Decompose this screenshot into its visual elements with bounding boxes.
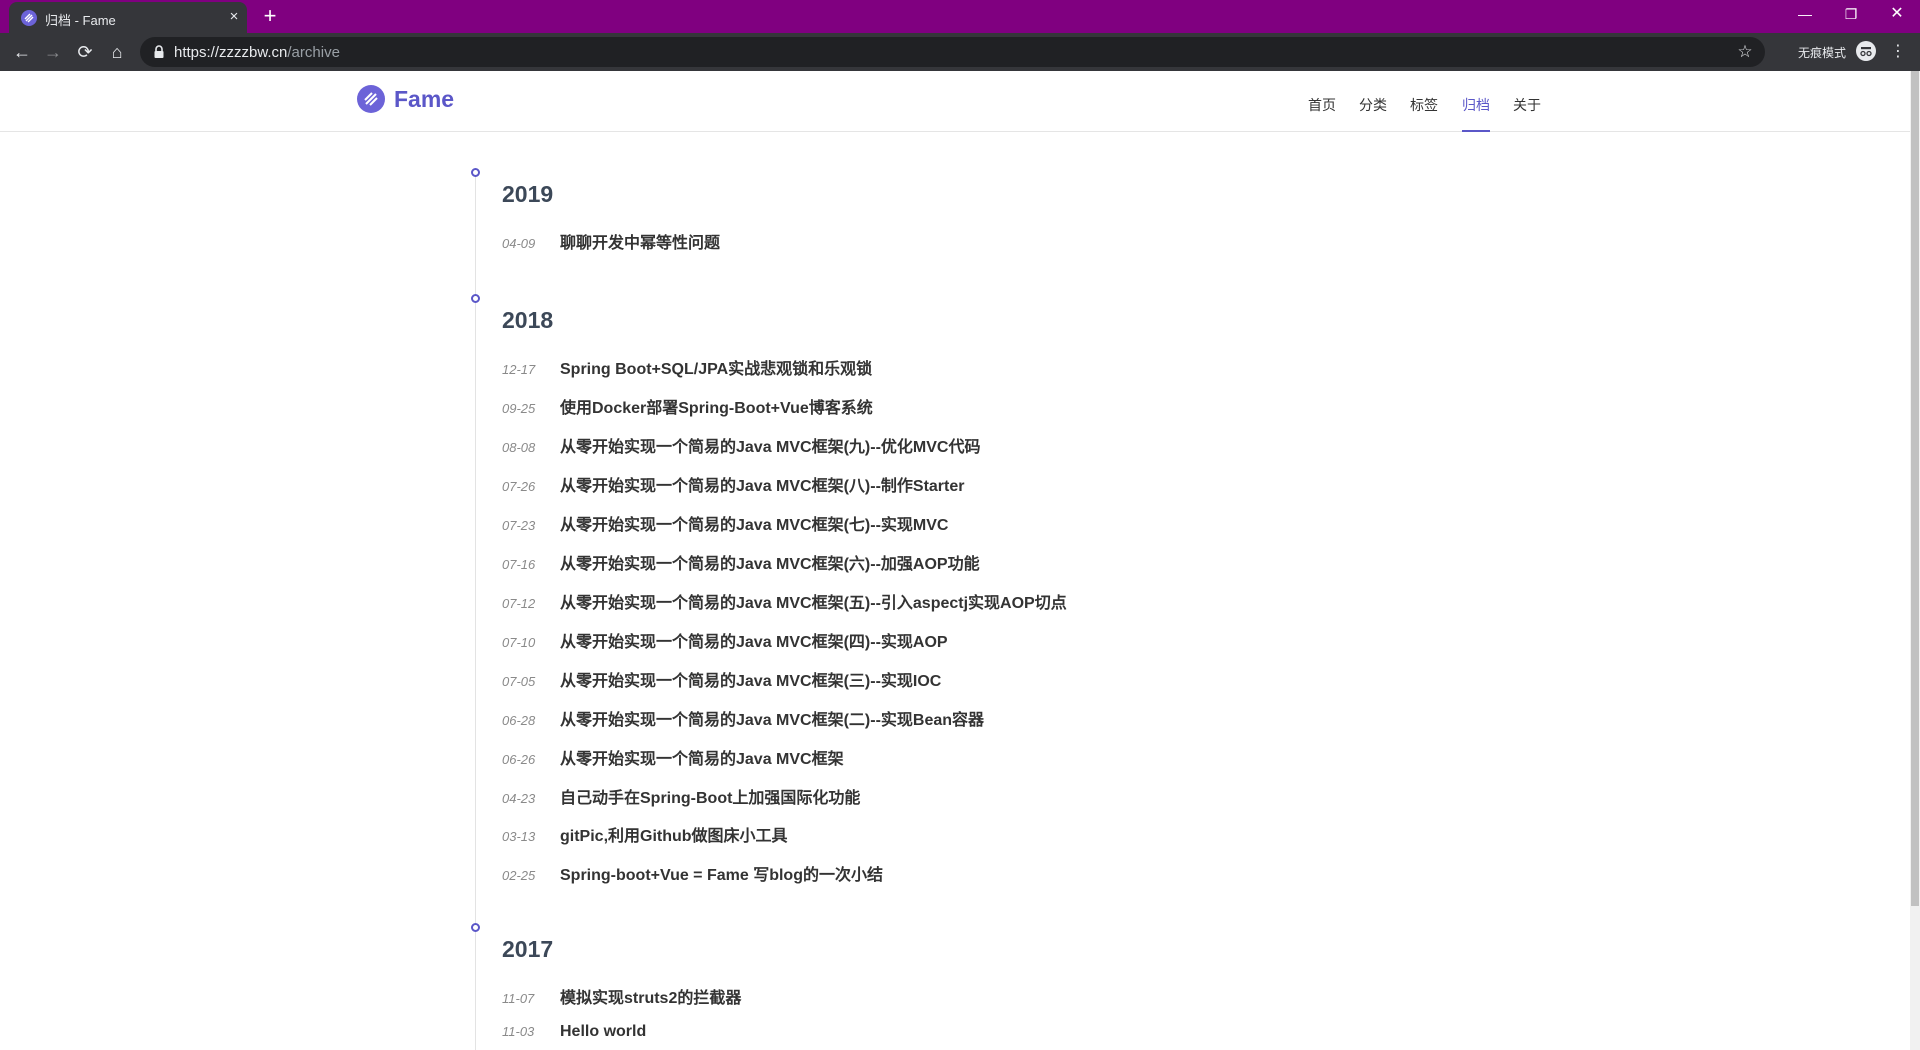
bookmark-star-icon[interactable]: ☆ <box>1734 41 1756 63</box>
archive-post[interactable]: 07-16 从零开始实现一个简易的Java MVC框架(六)--加强AOP功能 <box>502 550 980 574</box>
address-bar[interactable]: https://zzzzbw.cn/archive ☆ <box>140 37 1765 67</box>
site-header: Fame 首页 分类 标签 归档 关于 <box>0 71 1910 132</box>
post-title-link[interactable]: 从零开始实现一个简易的Java MVC框架(七)--实现MVC <box>560 517 948 534</box>
browser-toolbar: ← → ⟳ ⌂ https://zzzzbw.cn/archive ☆ 无痕模式… <box>0 33 1920 71</box>
incognito-label[interactable]: 无痕模式 <box>1798 44 1846 61</box>
post-title-link[interactable]: 从零开始实现一个简易的Java MVC框架 <box>560 751 844 768</box>
nav-tags[interactable]: 标签 <box>1410 95 1438 132</box>
brand-name: Fame <box>394 85 455 112</box>
nav-categories[interactable]: 分类 <box>1359 95 1387 132</box>
post-title-link[interactable]: gitPic,利用Github做图床小工具 <box>560 828 788 845</box>
post-title-link[interactable]: 从零开始实现一个简易的Java MVC框架(八)--制作Starter <box>560 478 965 495</box>
brand-link[interactable]: Fame <box>357 85 454 113</box>
post-date: 11-03 <box>502 1024 535 1039</box>
timeline-line <box>475 176 476 1050</box>
url-path: /archive <box>287 44 340 61</box>
post-title-link[interactable]: 从零开始实现一个简易的Java MVC框架(六)--加强AOP功能 <box>560 556 980 573</box>
year-heading: 2017 <box>502 936 554 962</box>
post-date: 12-17 <box>502 362 536 377</box>
post-date: 07-12 <box>502 596 536 611</box>
home-icon[interactable]: ⌂ <box>104 40 130 64</box>
post-date: 04-09 <box>502 236 536 251</box>
post-date: 09-25 <box>502 401 536 416</box>
archive-post[interactable]: 07-26 从零开始实现一个简易的Java MVC框架(八)--制作Starter <box>502 472 965 496</box>
url-host: https://zzzzbw.cn <box>174 44 288 61</box>
year-heading: 2018 <box>502 307 554 333</box>
archive-post[interactable]: 09-25 使用Docker部署Spring-Boot+Vue博客系统 <box>502 394 873 418</box>
fame-logo-icon <box>357 85 385 113</box>
post-date: 06-26 <box>502 752 536 767</box>
archive-post[interactable]: 07-05 从零开始实现一个简易的Java MVC框架(三)--实现IOC <box>502 667 941 691</box>
window-close-button[interactable]: ✕ <box>1874 0 1920 30</box>
post-date: 07-26 <box>502 479 536 494</box>
post-title-link[interactable]: 聊聊开发中幂等性问题 <box>560 235 720 252</box>
timeline-dot <box>471 294 480 303</box>
post-date: 08-08 <box>502 440 536 455</box>
scrollbar-thumb[interactable] <box>1911 71 1919 906</box>
post-title-link[interactable]: Spring-boot+Vue = Fame 写blog的一次小结 <box>560 867 883 884</box>
page-viewport: Fame 首页 分类 标签 归档 关于 2019 04-09 聊聊开发中幂等性问题… <box>0 71 1920 1050</box>
post-title-link[interactable]: 自己动手在Spring-Boot上加强国际化功能 <box>560 790 860 807</box>
lock-icon[interactable] <box>153 45 165 59</box>
archive-post[interactable]: 04-23 自己动手在Spring-Boot上加强国际化功能 <box>502 784 860 808</box>
archive-post[interactable]: 08-08 从零开始实现一个简易的Java MVC框架(九)--优化MVC代码 <box>502 433 980 457</box>
archive-post[interactable]: 12-17 Spring Boot+SQL/JPA实战悲观锁和乐观锁 <box>502 355 872 379</box>
archive-post[interactable]: 07-12 从零开始实现一个简易的Java MVC框架(五)--引入aspectj… <box>502 589 1067 613</box>
window-minimize-button[interactable]: — <box>1782 0 1828 30</box>
site-favicon-icon <box>21 10 37 26</box>
window-restore-button[interactable]: ❐ <box>1828 0 1874 30</box>
post-date: 07-05 <box>502 674 536 689</box>
post-date: 06-28 <box>502 713 536 728</box>
tab-close-icon[interactable]: × <box>225 8 243 26</box>
back-arrow-icon[interactable]: ← <box>9 40 35 64</box>
archive-post[interactable]: 11-07 模拟实现struts2的拦截器 <box>502 984 741 1008</box>
archive-post[interactable]: 06-28 从零开始实现一个简易的Java MVC框架(二)--实现Bean容器 <box>502 706 984 730</box>
tab-title: 归档 - Fame <box>45 13 116 28</box>
post-date: 03-13 <box>502 829 536 844</box>
archive-post[interactable]: 07-23 从零开始实现一个简易的Java MVC框架(七)--实现MVC <box>502 511 948 535</box>
post-title-link[interactable]: 从零开始实现一个简易的Java MVC框架(三)--实现IOC <box>560 673 941 690</box>
post-title-link[interactable]: 从零开始实现一个简易的Java MVC框架(二)--实现Bean容器 <box>560 712 984 729</box>
archive-post[interactable]: 04-09 聊聊开发中幂等性问题 <box>502 229 720 253</box>
nav-about[interactable]: 关于 <box>1513 95 1541 132</box>
incognito-icon[interactable] <box>1856 41 1876 61</box>
nav-archive[interactable]: 归档 <box>1462 95 1490 132</box>
new-tab-button[interactable]: + <box>258 5 282 29</box>
post-title-link[interactable]: 模拟实现struts2的拦截器 <box>560 990 741 1007</box>
post-title-link[interactable]: Spring Boot+SQL/JPA实战悲观锁和乐观锁 <box>560 361 872 378</box>
url-text: https://zzzzbw.cn/archive <box>174 44 340 61</box>
post-date: 07-23 <box>502 518 536 533</box>
archive-post[interactable]: 06-26 从零开始实现一个简易的Java MVC框架 <box>502 745 844 769</box>
browser-menu-icon[interactable]: ⋮ <box>1888 41 1908 63</box>
archive-post[interactable]: 07-10 从零开始实现一个简易的Java MVC框架(四)--实现AOP <box>502 628 948 652</box>
page-scrollbar[interactable] <box>1910 71 1920 1050</box>
archive-post[interactable]: 03-13 gitPic,利用Github做图床小工具 <box>502 822 788 846</box>
post-title-link[interactable]: 从零开始实现一个简易的Java MVC框架(五)--引入aspectj实现AOP… <box>560 595 1067 612</box>
post-date: 02-25 <box>502 868 536 883</box>
timeline-dot <box>471 168 480 177</box>
timeline-dot <box>471 923 480 932</box>
forward-arrow-icon[interactable]: → <box>40 40 66 64</box>
browser-tab[interactable]: 归档 - Fame × <box>9 2 247 33</box>
year-heading: 2019 <box>502 181 554 207</box>
archive-post[interactable]: 02-25 Spring-boot+Vue = Fame 写blog的一次小结 <box>502 861 883 885</box>
post-date: 11-07 <box>502 991 535 1006</box>
reload-icon[interactable]: ⟳ <box>72 40 98 64</box>
post-title-link[interactable]: 使用Docker部署Spring-Boot+Vue博客系统 <box>560 400 873 417</box>
post-date: 04-23 <box>502 791 536 806</box>
browser-tab-strip: 归档 - Fame × + — ❐ ✕ <box>0 0 1920 33</box>
nav-home[interactable]: 首页 <box>1308 95 1336 132</box>
post-title-link[interactable]: Hello world <box>560 1023 646 1040</box>
post-title-link[interactable]: 从零开始实现一个简易的Java MVC框架(四)--实现AOP <box>560 634 948 651</box>
post-date: 07-10 <box>502 635 536 650</box>
post-date: 07-16 <box>502 557 536 572</box>
archive-post[interactable]: 11-03 Hello world <box>502 1023 646 1047</box>
post-title-link[interactable]: 从零开始实现一个简易的Java MVC框架(九)--优化MVC代码 <box>560 439 980 456</box>
